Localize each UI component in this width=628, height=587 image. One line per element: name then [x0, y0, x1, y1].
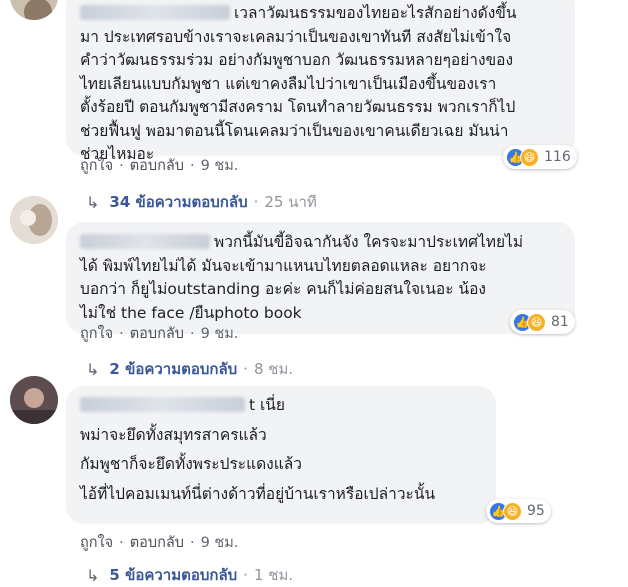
comment-actions: ถูกใจ · ตอบกลับ · 9 ชม. — [80, 535, 239, 551]
avatar-image-icon — [10, 196, 58, 244]
replies-count[interactable]: 34 ข้อความตอบกลับ — [109, 190, 247, 214]
comment-text-line: คำว่าวัฒนธรรมร่วม อย่างกัมพูชาบอก วัฒนธร… — [80, 51, 514, 69]
replies-count[interactable]: 5 ข้อความตอบกลับ — [109, 563, 237, 587]
reply-button[interactable]: ตอบกลับ — [130, 158, 184, 174]
like-button[interactable]: ถูกใจ — [80, 535, 113, 551]
replies-time: 25 นาที — [264, 193, 317, 211]
like-button[interactable]: ถูกใจ — [80, 158, 113, 174]
view-replies-link[interactable]: ↳ 2 ข้อความตอบกลับ · 8 ชม. — [86, 357, 293, 381]
reaction-summary[interactable]: 👍 😆 116 — [503, 145, 577, 169]
replies-time: 8 ชม. — [253, 360, 294, 378]
replies-count[interactable]: 2 ข้อความตอบกลับ — [109, 357, 237, 381]
haha-icon: 😆 — [503, 501, 522, 521]
author-name[interactable] — [80, 5, 230, 20]
comment-text-line: กัมพูชาก็จะยึดทั้งพระประแดงแล้ว — [80, 455, 302, 473]
avatar[interactable] — [10, 196, 58, 244]
avatar-image-icon — [10, 0, 58, 20]
reply-button[interactable]: ตอบกลับ — [130, 326, 184, 342]
avatar[interactable] — [10, 0, 58, 20]
comment-bubble: พวกนี้มันขี้อิจฉากันจัง ใครจะมาประเทศไทย… — [66, 222, 575, 334]
replies-time: 1 ชม. — [253, 566, 294, 584]
comment-time[interactable]: 9 ชม. — [201, 158, 239, 174]
reaction-summary[interactable]: 👍 😆 95 — [486, 499, 551, 523]
comment-text-line: ไทยเลียนแบบกัมพูชา แต่เขาคงลืมไปว่าเขาเป… — [80, 74, 497, 93]
like-button[interactable]: ถูกใจ — [80, 326, 113, 342]
reaction-count: 81 — [551, 314, 569, 330]
comment-actions: ถูกใจ · ตอบกลับ · 9 ชม. — [80, 326, 239, 342]
avatar-image-icon — [10, 376, 58, 424]
comment-text-line: มา ประเทศรอบข้างเราจะเคลมว่าเป็นของเขาทั… — [80, 27, 512, 46]
view-replies-link[interactable]: ↳ 34 ข้อความตอบกลับ · 25 นาที — [86, 190, 317, 214]
view-replies-link[interactable]: ↳ 5 ข้อความตอบกลับ · 1 ชม. — [86, 563, 293, 587]
comment-text-line: ตั้งร้อยปี ตอนกัมพูชามีสงคราม โดนทำลายวั… — [80, 98, 516, 116]
comment-text-line-1: พวกนี้มันขี้อิจฉากันจัง ใครจะมาประเทศไทย… — [80, 231, 561, 255]
comment-text-line-1: เวลาวัฒนธรรมของไทยอะไรสักอย่างดังขึ้น — [80, 2, 561, 26]
comment-actions: ถูกใจ · ตอบกลับ · 9 ชม. — [80, 158, 239, 174]
comment-text-line: ไอ้ที่ไปคอมเมนท์นี่ต่างด้าวที่อยู่บ้านเร… — [80, 484, 436, 503]
comment-text-line-1: t เนี่ย — [80, 394, 482, 418]
reaction-count: 95 — [527, 503, 545, 519]
comment-text-line: พม่าจะยึดทั้งสมุทรสาครแล้ว — [80, 425, 267, 444]
comment-text-line: ช่วยฟื้นฟู พอมาตอนนี้โดนเคลมว่าเป็นของเข… — [80, 121, 509, 140]
haha-icon: 😆 — [520, 147, 539, 167]
reply-arrow-icon: ↳ — [86, 192, 100, 212]
reply-arrow-icon: ↳ — [86, 359, 100, 379]
author-name[interactable] — [80, 234, 210, 249]
reply-button[interactable]: ตอบกลับ — [130, 535, 184, 551]
comment-bubble: t เนี่ย พม่าจะยึดทั้งสมุทรสาครแล้ว กัมพู… — [66, 386, 496, 524]
comment-time[interactable]: 9 ชม. — [201, 535, 239, 551]
comment-time[interactable]: 9 ชม. — [201, 326, 239, 342]
author-name[interactable] — [80, 397, 245, 412]
avatar[interactable] — [10, 376, 58, 424]
comment-text-line: บอกว่า ก็ยูไม่outstanding อะค่ะ คนก็ไม่ค… — [80, 280, 486, 298]
reaction-summary[interactable]: 👍 😆 81 — [510, 310, 575, 334]
haha-icon: 😆 — [527, 312, 546, 332]
comment-bubble: เวลาวัฒนธรรมของไทยอะไรสักอย่างดังขึ้น มา… — [66, 0, 575, 163]
reaction-count: 116 — [544, 149, 571, 165]
author-name-tail: t เนี่ย — [249, 396, 285, 414]
comment-text-line: ได้ พิมพ์ไทยไม่ได้ มันจะเข้ามาแหนบไทยตลอ… — [80, 256, 487, 275]
